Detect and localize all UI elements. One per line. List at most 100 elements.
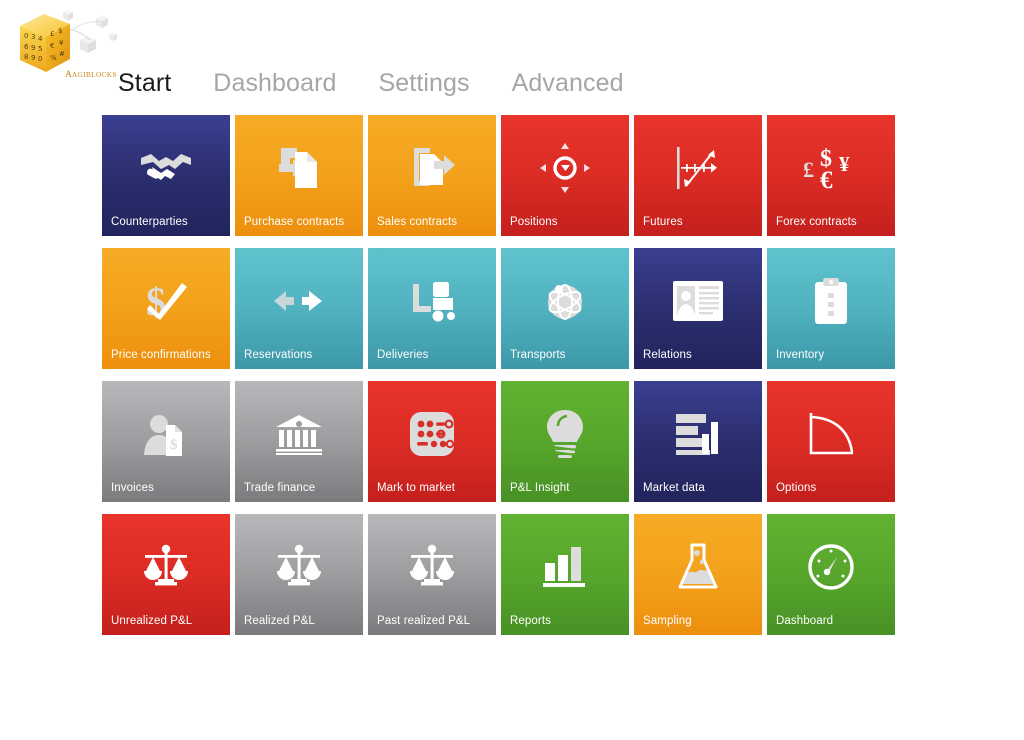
globe-network-icon bbox=[501, 270, 629, 332]
tile-label: Options bbox=[776, 482, 817, 494]
tile-label: Sales contracts bbox=[377, 216, 458, 228]
scales-icon bbox=[102, 536, 230, 598]
tile-label: Forex contracts bbox=[776, 216, 857, 228]
gauge-icon bbox=[767, 536, 895, 598]
document-arrow-out-icon bbox=[368, 137, 496, 199]
svg-text:£: £ bbox=[50, 30, 54, 38]
svg-text:¥: ¥ bbox=[839, 152, 850, 176]
curve-graph-icon bbox=[767, 403, 895, 465]
tile-deliveries[interactable]: Deliveries bbox=[368, 248, 496, 369]
tile-unrealized-p-l[interactable]: Unrealized P&L bbox=[102, 514, 230, 635]
svg-text:0: 0 bbox=[38, 55, 42, 63]
tile-label: Realized P&L bbox=[244, 615, 315, 627]
svg-text:€: € bbox=[820, 167, 833, 191]
app-header: 034 695 890 £ $ € ¥ % # A AGIBLOCKS Start D… bbox=[0, 0, 1024, 110]
tile-label: Reports bbox=[510, 615, 551, 627]
tile-label: Relations bbox=[643, 349, 692, 361]
scales-icon bbox=[235, 536, 363, 598]
tile-label: Market data bbox=[643, 482, 705, 494]
tile-label: Trade finance bbox=[244, 482, 316, 494]
tile-label: Deliveries bbox=[377, 349, 429, 361]
tile-trade-finance[interactable]: Trade finance bbox=[235, 381, 363, 502]
tile-market-data[interactable]: Market data bbox=[634, 381, 762, 502]
tile-reports[interactable]: Reports bbox=[501, 514, 629, 635]
trend-axis-icon bbox=[634, 137, 762, 199]
tile-inventory[interactable]: Inventory bbox=[767, 248, 895, 369]
bar-chart-icon bbox=[501, 536, 629, 598]
agiblocks-cube-logo: 034 695 890 £ $ € ¥ % # A AGIBLOCKS bbox=[8, 6, 128, 84]
tile-label: P&L Insight bbox=[510, 482, 570, 494]
svg-text:5: 5 bbox=[38, 45, 42, 53]
forklift-icon bbox=[368, 270, 496, 332]
tile-label: Price confirmations bbox=[111, 349, 211, 361]
tile-past-realized-p-l[interactable]: Past realized P&L bbox=[368, 514, 496, 635]
svg-text:€: € bbox=[50, 42, 54, 50]
tile-label: Invoices bbox=[111, 482, 154, 494]
tile-label: Inventory bbox=[776, 349, 825, 361]
tile-forex-contracts[interactable]: £ $ ¥ € Forex contracts bbox=[767, 115, 895, 236]
two-arrows-icon bbox=[235, 270, 363, 332]
tile-label: Positions bbox=[510, 216, 558, 228]
svg-text:¥: ¥ bbox=[59, 39, 64, 47]
svg-text:0: 0 bbox=[24, 32, 28, 40]
svg-text:6: 6 bbox=[24, 43, 29, 51]
tile-price-confirmations[interactable]: $ Price confirmations bbox=[102, 248, 230, 369]
nav-tab-dashboard[interactable]: Dashboard bbox=[213, 68, 336, 98]
document-arrow-in-icon bbox=[235, 137, 363, 199]
svg-text:$: $ bbox=[58, 27, 62, 35]
tile-label: Futures bbox=[643, 216, 683, 228]
clipboard-icon bbox=[767, 270, 895, 332]
nav-tab-settings[interactable]: Settings bbox=[379, 68, 470, 98]
svg-text:3: 3 bbox=[31, 33, 35, 41]
tile-mark-to-market[interactable]: Mark to market bbox=[368, 381, 496, 502]
tile-label: Mark to market bbox=[377, 482, 456, 494]
tile-p-l-insight[interactable]: P&L Insight bbox=[501, 381, 629, 502]
tile-label: Purchase contracts bbox=[244, 216, 345, 228]
tile-sales-contracts[interactable]: Sales contracts bbox=[368, 115, 496, 236]
dollar-check-icon: $ bbox=[102, 270, 230, 332]
tile-grid: Counterparties Purchase contracts Sales … bbox=[102, 115, 895, 635]
tile-label: Unrealized P&L bbox=[111, 615, 193, 627]
scales-icon bbox=[368, 536, 496, 598]
lightbulb-icon bbox=[501, 403, 629, 465]
tile-positions[interactable]: Positions bbox=[501, 115, 629, 236]
main-navigation[interactable]: Start Dashboard Settings Advanced bbox=[118, 68, 624, 98]
tile-reservations[interactable]: Reservations bbox=[235, 248, 363, 369]
tile-label: Transports bbox=[510, 349, 566, 361]
svg-text:£: £ bbox=[803, 157, 814, 182]
nav-tab-advanced[interactable]: Advanced bbox=[512, 68, 624, 98]
svg-text:8: 8 bbox=[24, 53, 28, 61]
tile-sampling[interactable]: Sampling bbox=[634, 514, 762, 635]
tile-purchase-contracts[interactable]: Purchase contracts bbox=[235, 115, 363, 236]
bank-icon bbox=[235, 403, 363, 465]
logo-wordmark: AGIBLOCKS bbox=[72, 71, 117, 79]
tile-transports[interactable]: Transports bbox=[501, 248, 629, 369]
tile-counterparties[interactable]: Counterparties bbox=[102, 115, 230, 236]
svg-text:4: 4 bbox=[38, 35, 43, 43]
tile-futures[interactable]: Futures bbox=[634, 115, 762, 236]
person-invoice-icon: $ bbox=[102, 403, 230, 465]
handshake-icon bbox=[102, 137, 230, 199]
svg-text:9: 9 bbox=[31, 54, 35, 62]
tile-label: Past realized P&L bbox=[377, 615, 471, 627]
currency-symbols-icon: £ $ ¥ € bbox=[767, 137, 895, 199]
tile-invoices[interactable]: $ Invoices bbox=[102, 381, 230, 502]
tile-label: Sampling bbox=[643, 615, 692, 627]
compass-move-icon bbox=[501, 137, 629, 199]
tile-options[interactable]: Options bbox=[767, 381, 895, 502]
nav-tab-start[interactable]: Start bbox=[118, 68, 171, 98]
tile-relations[interactable]: Relations bbox=[634, 248, 762, 369]
svg-text:$: $ bbox=[146, 279, 166, 324]
svg-text:$: $ bbox=[170, 437, 178, 453]
contact-card-icon bbox=[634, 270, 762, 332]
tile-label: Reservations bbox=[244, 349, 313, 361]
tile-dashboard[interactable]: Dashboard bbox=[767, 514, 895, 635]
tile-label: Dashboard bbox=[776, 615, 834, 627]
flask-icon bbox=[634, 536, 762, 598]
calculator-icon bbox=[368, 403, 496, 465]
tile-realized-p-l[interactable]: Realized P&L bbox=[235, 514, 363, 635]
tile-label: Counterparties bbox=[111, 216, 188, 228]
svg-text:%: % bbox=[50, 54, 57, 62]
svg-text:9: 9 bbox=[31, 44, 35, 52]
chart-bars-icon bbox=[634, 403, 762, 465]
